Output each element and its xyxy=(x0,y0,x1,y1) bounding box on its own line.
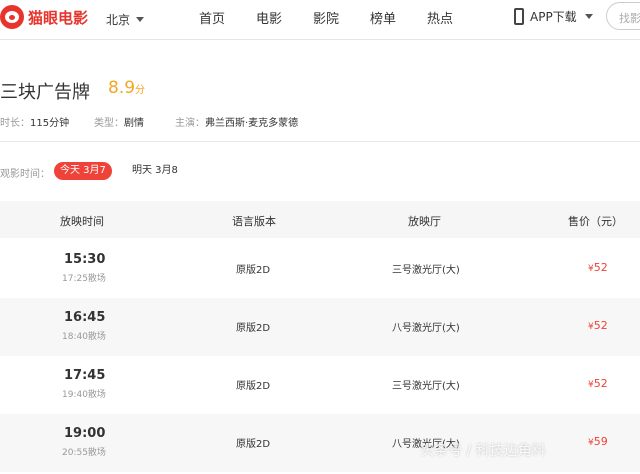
nav-rankings[interactable]: 榜单 xyxy=(370,8,396,27)
cast-value: 弗兰西斯·麦克多蒙德 xyxy=(205,118,299,129)
end-time: 17:25散场 xyxy=(62,274,106,284)
search-input[interactable]: 找影 xyxy=(606,2,640,30)
date-tab-tomorrow[interactable]: 明天 3月8 xyxy=(126,162,184,180)
phone-icon xyxy=(514,7,524,25)
date-tab-today[interactable]: 今天 3月7 xyxy=(54,162,112,180)
table-row[interactable]: 16:45 18:40散场 原版2D 八号激光厅(大) ¥52 xyxy=(0,298,640,356)
cat-eye-logo-icon xyxy=(0,5,24,29)
table-row[interactable]: 15:30 17:25散场 原版2D 三号激光厅(大) ¥52 xyxy=(0,240,640,298)
duration-value: 115分钟 xyxy=(30,118,70,129)
language-version: 原版2D xyxy=(236,323,271,334)
price: ¥59 xyxy=(588,435,608,448)
chevron-down-icon xyxy=(584,13,593,19)
col-language: 语言版本 xyxy=(232,215,276,228)
movie-genre: 类型：剧情 xyxy=(94,114,144,129)
genre-label: 类型： xyxy=(94,118,124,129)
nav-cinemas[interactable]: 影院 xyxy=(313,8,339,27)
nav-movies[interactable]: 电影 xyxy=(256,8,282,27)
watermark: 头条号 / 科技边角料 xyxy=(420,443,546,459)
start-time: 16:45 xyxy=(64,310,106,325)
price-value: 52 xyxy=(593,261,608,274)
hall-name: 三号激光厅(大) xyxy=(392,265,460,276)
city-label: 北京 xyxy=(106,13,131,27)
genre-value: 剧情 xyxy=(124,118,144,129)
movie-score: 8.9分 xyxy=(108,78,145,98)
logo-text: 猫眼电影 xyxy=(28,8,89,27)
table-row[interactable]: 17:45 19:40散场 原版2D 三号激光厅(大) ¥52 xyxy=(0,356,640,414)
top-header: 猫眼电影 北京 首页 电影 影院 榜单 热点 APP下载 找影 xyxy=(0,0,640,40)
end-time: 18:40散场 xyxy=(62,332,106,342)
showtimes-table-header: 放映时间 语言版本 放映厅 售价（元） xyxy=(0,201,640,238)
nav-home[interactable]: 首页 xyxy=(199,8,225,27)
start-time: 19:00 xyxy=(64,426,106,441)
language-version: 原版2D xyxy=(236,265,271,276)
date-label: 观影时间： xyxy=(0,169,50,180)
language-version: 原版2D xyxy=(236,381,271,392)
movie-duration: 时长：115分钟 xyxy=(0,114,69,129)
price: ¥52 xyxy=(588,377,608,390)
chevron-down-icon xyxy=(136,17,145,22)
movie-cast: 主演：弗兰西斯·麦克多蒙德 xyxy=(175,114,298,129)
col-showtime: 放映时间 xyxy=(60,215,104,228)
end-time: 20:55散场 xyxy=(62,448,106,458)
nav-hot[interactable]: 热点 xyxy=(427,8,453,27)
price: ¥52 xyxy=(588,319,608,332)
logo[interactable]: 猫眼电影 xyxy=(0,4,88,30)
start-time: 15:30 xyxy=(64,252,106,267)
city-selector[interactable]: 北京 xyxy=(106,11,145,28)
cast-label: 主演： xyxy=(175,118,205,129)
duration-label: 时长： xyxy=(0,118,30,129)
score-unit: 分 xyxy=(135,85,146,96)
hall-name: 八号激光厅(大) xyxy=(392,323,460,334)
price-value: 52 xyxy=(593,319,608,332)
price-value: 52 xyxy=(593,377,608,390)
col-price: 售价（元） xyxy=(568,215,623,228)
end-time: 19:40散场 xyxy=(62,390,106,400)
hall-name: 三号激光厅(大) xyxy=(392,381,460,392)
price-value: 59 xyxy=(593,435,608,448)
start-time: 17:45 xyxy=(64,368,106,383)
movie-title: 三块广告牌 xyxy=(0,82,90,103)
divider xyxy=(0,141,640,142)
language-version: 原版2D xyxy=(236,439,271,450)
price: ¥52 xyxy=(588,261,608,274)
col-hall: 放映厅 xyxy=(408,215,441,228)
app-download[interactable]: APP下载 xyxy=(514,6,593,26)
score-value: 8.9 xyxy=(108,78,136,98)
app-download-label: APP下载 xyxy=(530,9,577,24)
